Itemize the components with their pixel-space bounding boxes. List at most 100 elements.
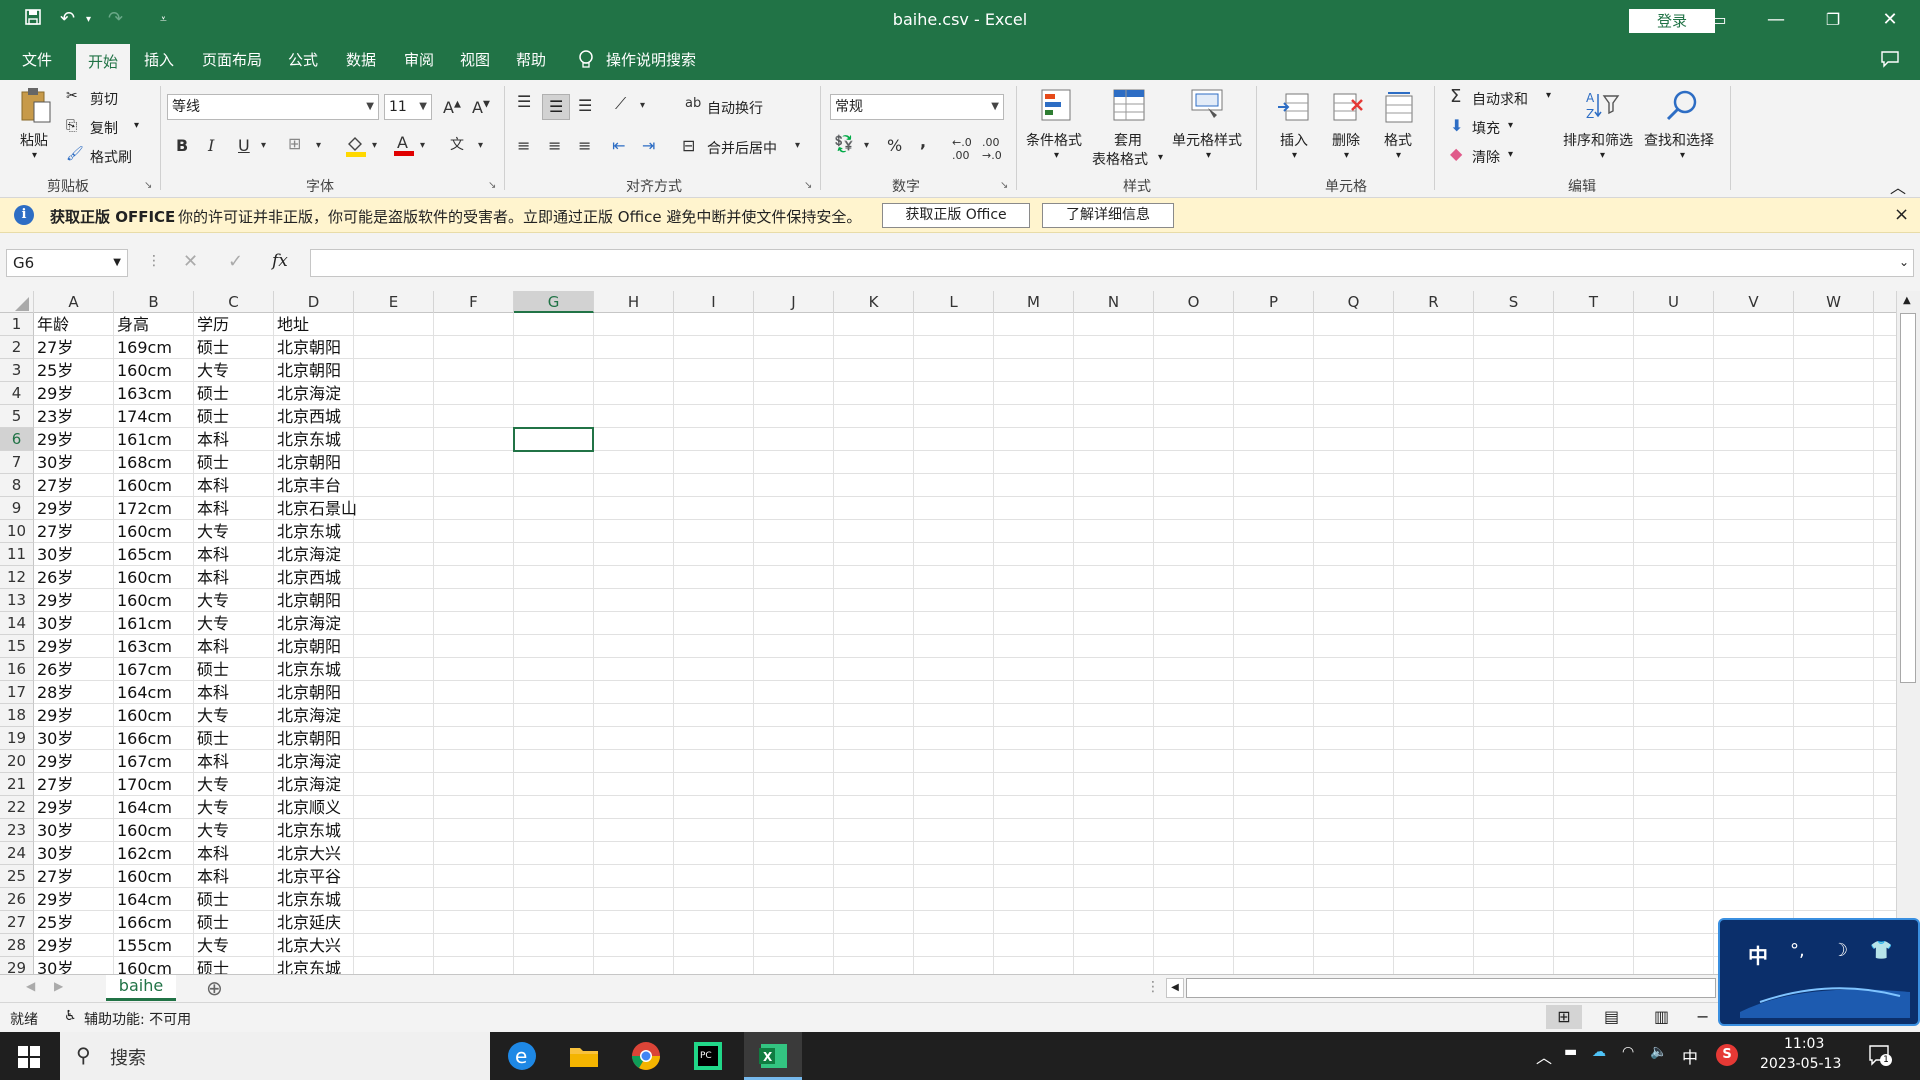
percent-style-button[interactable]: % — [887, 136, 902, 155]
table-cell[interactable]: 164cm — [114, 796, 194, 819]
conditional-dropdown-icon[interactable]: ▾ — [1054, 150, 1059, 161]
decrease-font-size-icon[interactable]: A▼ — [472, 98, 490, 117]
table-cell[interactable]: 北京海淀 — [274, 612, 354, 635]
collapse-ribbon-icon[interactable]: ︿ — [1890, 174, 1906, 198]
table-cell[interactable]: 26岁 — [34, 566, 114, 589]
table-cell[interactable]: 167cm — [114, 658, 194, 681]
table-cell[interactable]: 29岁 — [34, 589, 114, 612]
font-color-dropdown-icon[interactable]: ▾ — [420, 140, 425, 151]
fill-dropdown-icon[interactable]: ▾ — [1508, 120, 1513, 131]
row-header[interactable]: 3 — [0, 359, 34, 382]
row-header[interactable]: 25 — [0, 865, 34, 888]
tab-insert[interactable]: 插入 — [136, 40, 182, 80]
table-cell[interactable]: 本科 — [194, 842, 274, 865]
column-header-w[interactable]: W — [1794, 291, 1874, 313]
accessibility-status[interactable]: 辅助功能: 不可用 — [84, 1009, 191, 1029]
table-cell[interactable]: 29岁 — [34, 382, 114, 405]
table-cell[interactable]: 161cm — [114, 428, 194, 451]
column-header-s[interactable]: S — [1474, 291, 1554, 313]
table-cell[interactable]: 大专 — [194, 520, 274, 543]
phonetic-dropdown-icon[interactable]: ▾ — [478, 140, 483, 151]
table-cell[interactable]: 本科 — [194, 681, 274, 704]
worksheet-grid[interactable]: ABCDEFGHIJKLMNOPQRSTUVW 1 年龄 身高 学历 地址 2 27岁 169… — [0, 291, 1920, 974]
sort-filter-button[interactable]: 排序和筛选 — [1563, 130, 1633, 150]
align-bottom-icon[interactable]: ☰ — [578, 96, 592, 115]
row-header[interactable]: 12 — [0, 566, 34, 589]
table-cell[interactable]: 30岁 — [34, 819, 114, 842]
table-cell[interactable]: 北京朝阳 — [274, 451, 354, 474]
accounting-format-icon[interactable]: 💱 — [834, 134, 854, 153]
ime-floating-widget[interactable]: 中 °, ☽ 👕 — [1718, 918, 1920, 1026]
row-header[interactable]: 29 — [0, 957, 34, 974]
row-header[interactable]: 28 — [0, 934, 34, 957]
network-icon[interactable]: ◠ — [1622, 1044, 1634, 1060]
table-cell[interactable]: 大专 — [194, 796, 274, 819]
autosum-dropdown-icon[interactable]: ▾ — [1546, 90, 1551, 101]
merge-center-icon[interactable]: ⊟ — [682, 136, 695, 155]
increase-font-size-icon[interactable]: A▲ — [443, 98, 461, 117]
table-cell[interactable]: 166cm — [114, 911, 194, 934]
zoom-out-icon[interactable]: − — [1696, 1007, 1709, 1026]
table-cell[interactable]: 本科 — [194, 635, 274, 658]
table-cell[interactable]: 29岁 — [34, 796, 114, 819]
row-header[interactable]: 24 — [0, 842, 34, 865]
row-header[interactable]: 22 — [0, 796, 34, 819]
column-header-q[interactable]: Q — [1314, 291, 1394, 313]
comma-style-button[interactable]: , — [920, 132, 926, 151]
tab-formulas[interactable]: 公式 — [280, 40, 326, 80]
volume-icon[interactable]: 🔈 — [1650, 1044, 1667, 1060]
format-dropdown-icon[interactable]: ▾ — [1396, 150, 1401, 161]
cancel-entry-icon[interactable]: ✕ — [183, 251, 198, 272]
battery-icon[interactable]: ▬ — [1564, 1044, 1577, 1060]
paste-dropdown-icon[interactable]: ▾ — [32, 150, 37, 161]
tab-review[interactable]: 审阅 — [396, 40, 442, 80]
autosum-icon[interactable]: Σ — [1450, 86, 1461, 107]
table-cell[interactable]: 北京石景山 — [274, 497, 357, 520]
align-right-icon[interactable]: ≡ — [578, 136, 591, 155]
ime-indicator[interactable]: 中 — [1682, 1044, 1698, 1068]
accounting-dropdown-icon[interactable]: ▾ — [864, 140, 869, 151]
skin-icon[interactable]: 👕 — [1870, 940, 1892, 961]
row-header[interactable]: 4 — [0, 382, 34, 405]
table-cell[interactable]: 163cm — [114, 382, 194, 405]
row-header[interactable]: 14 — [0, 612, 34, 635]
moon-icon[interactable]: ☽ — [1832, 940, 1848, 961]
conditional-formatting-icon[interactable] — [1040, 88, 1076, 122]
table-cell[interactable]: 地址 — [274, 313, 354, 336]
row-header[interactable]: 15 — [0, 635, 34, 658]
wrap-text-button[interactable]: 自动换行 — [707, 98, 763, 118]
table-cell[interactable]: 160cm — [114, 957, 194, 974]
table-cell[interactable]: 30岁 — [34, 612, 114, 635]
row-header[interactable]: 1 — [0, 313, 34, 336]
table-cell[interactable]: 本科 — [194, 750, 274, 773]
row-header[interactable]: 2 — [0, 336, 34, 359]
learn-more-button[interactable]: 了解详细信息 — [1042, 203, 1174, 228]
table-cell[interactable]: 硕士 — [194, 888, 274, 911]
table-cell[interactable]: 172cm — [114, 497, 194, 520]
table-cell[interactable]: 硕士 — [194, 911, 274, 934]
tell-me-search[interactable]: 操作说明搜索 — [606, 40, 716, 80]
table-cell[interactable]: 29岁 — [34, 888, 114, 911]
table-cell[interactable]: 174cm — [114, 405, 194, 428]
table-cell[interactable]: 27岁 — [34, 474, 114, 497]
format-painter-icon[interactable]: 🖌 — [66, 146, 84, 162]
table-cell[interactable]: 北京朝阳 — [274, 359, 354, 382]
column-header-k[interactable]: K — [834, 291, 914, 313]
row-header[interactable]: 20 — [0, 750, 34, 773]
scroll-up-icon[interactable]: ▲ — [1903, 295, 1911, 306]
page-layout-view-icon[interactable]: ▤ — [1604, 1007, 1619, 1026]
table-cell[interactable]: 166cm — [114, 727, 194, 750]
column-header-m[interactable]: M — [994, 291, 1074, 313]
table-cell[interactable]: 160cm — [114, 819, 194, 842]
decrease-decimal-icon[interactable]: .00 →.0 — [982, 136, 1002, 162]
table-cell[interactable]: 北京东城 — [274, 888, 354, 911]
table-cell[interactable]: 北京朝阳 — [274, 727, 354, 750]
table-cell[interactable]: 北京西城 — [274, 405, 354, 428]
row-header[interactable]: 8 — [0, 474, 34, 497]
column-header-u[interactable]: U — [1634, 291, 1714, 313]
table-cell[interactable]: 161cm — [114, 612, 194, 635]
row-header[interactable]: 17 — [0, 681, 34, 704]
table-cell[interactable]: 大专 — [194, 819, 274, 842]
onedrive-icon[interactable]: ☁ — [1592, 1044, 1606, 1060]
table-cell[interactable]: 本科 — [194, 865, 274, 888]
